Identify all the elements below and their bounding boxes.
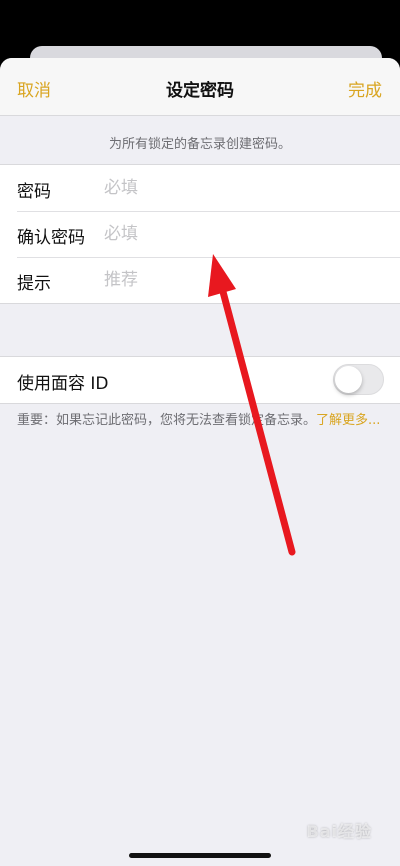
password-row[interactable]: 密码	[0, 165, 400, 211]
password-form-group: 密码 确认密码 提示	[0, 164, 400, 304]
info-text: 为所有锁定的备忘录创建密码。	[108, 137, 291, 152]
watermark-logo: Bai经验	[306, 822, 372, 841]
warning-note: 重要：如果忘记此密码，您将无法查看锁定备忘录。了解更多...	[17, 410, 385, 432]
page-title: 设定密码	[166, 81, 234, 101]
home-indicator	[129, 853, 271, 858]
face-id-row: 使用面容 ID	[0, 357, 400, 403]
password-label: 密码	[17, 182, 51, 202]
done-button[interactable]: 完成	[348, 76, 382, 101]
hint-label: 提示	[17, 274, 51, 294]
toggle-knob	[335, 366, 362, 393]
note-text: 重要：如果忘记此密码，您将无法查看锁定备忘录。	[17, 413, 317, 428]
face-id-group: 使用面容 ID	[0, 356, 400, 404]
hint-row[interactable]: 提示	[0, 257, 400, 303]
password-field[interactable]	[104, 173, 384, 203]
learn-more-link[interactable]: 了解更多...	[316, 413, 380, 428]
confirm-password-label: 确认密码	[17, 228, 85, 248]
confirm-password-field[interactable]	[104, 219, 384, 249]
set-password-sheet: 取消 设定密码 完成 为所有锁定的备忘录创建密码。 密码 确认密码 提示 使用面…	[0, 58, 400, 866]
navigation-bar: 取消 设定密码 完成	[0, 58, 400, 116]
cancel-button[interactable]: 取消	[17, 76, 51, 101]
hint-field[interactable]	[104, 265, 384, 295]
face-id-label: 使用面容 ID	[17, 374, 109, 394]
confirm-password-row[interactable]: 确认密码	[0, 211, 400, 257]
face-id-toggle[interactable]	[333, 364, 384, 395]
